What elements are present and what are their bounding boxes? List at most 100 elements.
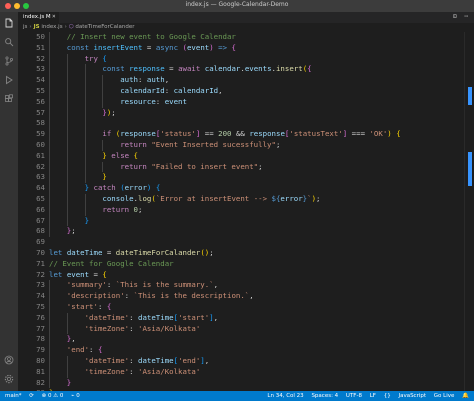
code-line[interactable]: 67}	[18, 215, 464, 227]
code-line[interactable]: 51 const insertEvent = async (event) => {	[18, 42, 464, 54]
account-icon[interactable]	[4, 355, 14, 365]
code-token: :	[129, 366, 138, 376]
code-line[interactable]: 59 if (response['status'] == 200 && respo…	[18, 129, 464, 140]
branch-indicator[interactable]: main*	[5, 393, 22, 399]
indent-guide	[49, 226, 50, 238]
run-debug-icon[interactable]	[4, 75, 14, 85]
problems-indicator[interactable]: ⊗ 0 ⚠ 0	[42, 393, 64, 399]
breadcrumb-function[interactable]: dateTimeForCalander	[75, 24, 134, 30]
language-mode[interactable]: JavaScript	[398, 393, 426, 399]
code-line[interactable]: 75 'start': {	[18, 302, 464, 313]
line-number: 61	[36, 150, 45, 160]
indent-guide	[84, 172, 86, 184]
indent-guide	[66, 53, 68, 65]
code-line[interactable]: 77 'timeZone': 'Asia/Kolkata'	[18, 323, 464, 335]
tab-index-js[interactable]: index.js M ×	[18, 12, 60, 23]
code-token: else	[111, 150, 134, 160]
code-token: catch	[93, 183, 121, 193]
code-line[interactable]: 82}	[18, 377, 464, 389]
code-line[interactable]: 70 let dateTime = dateTimeForCalander();	[18, 248, 464, 259]
code-line[interactable]: 64} catch (error) {	[18, 183, 464, 194]
code-line[interactable]: 54 auth: auth,	[18, 75, 464, 86]
code-line[interactable]: 58	[18, 118, 464, 130]
code-line[interactable]: 80 'dateTime': dateTime['end'],	[18, 356, 464, 367]
sync-icon[interactable]: ⟳	[29, 393, 34, 399]
editor-actions[interactable]: ⊡ ⋯	[453, 13, 470, 20]
code-token: {	[102, 53, 107, 63]
code-line[interactable]: 50 // Insert new event to Google Calendar	[18, 32, 464, 43]
files-icon[interactable]	[4, 18, 14, 28]
code-token: :	[155, 96, 165, 106]
source-control-icon[interactable]	[4, 56, 14, 66]
line-number: 57	[36, 107, 45, 117]
close-icon[interactable]: ×	[52, 13, 56, 20]
braces-icon[interactable]: {}	[384, 393, 391, 399]
ports-indicator[interactable]: ⌁ 0	[71, 393, 80, 399]
code-line[interactable]: 79 'end': {	[18, 345, 464, 356]
code-line[interactable]: 71 // Event for Google Calendar	[18, 259, 464, 270]
code-line[interactable]: 66 return 0;	[18, 204, 464, 216]
notifications-icon[interactable]: 🔔	[462, 393, 469, 399]
code-line[interactable]: 69	[18, 237, 464, 248]
cursor-position[interactable]: Ln 34, Col 23	[267, 393, 303, 399]
code-text: let dateTime = dateTimeForCalander();	[49, 248, 214, 259]
code-token: 'OK'	[369, 129, 388, 139]
code-line[interactable]: 81 'timeZone': 'Asia/Kolkata'	[18, 366, 464, 378]
code-line[interactable]: 53 const response = await calendar.events…	[18, 64, 464, 76]
encoding[interactable]: UTF-8	[346, 393, 362, 399]
code-line[interactable]: 56 resource: event	[18, 96, 464, 108]
code-line[interactable]: 60 return "Event Inserted sucessfully";	[18, 140, 464, 151]
code-token: :	[129, 312, 138, 322]
line-number: 54	[36, 75, 45, 85]
code-token: dateTime	[138, 356, 174, 365]
function-icon: ⬡	[68, 24, 74, 30]
indent-guide	[49, 107, 50, 119]
indent-guide	[66, 356, 68, 367]
indent-guide	[66, 75, 68, 86]
indent-guide	[84, 129, 86, 140]
search-icon[interactable]	[4, 37, 14, 47]
indent-guide	[84, 118, 86, 130]
editor-scrollbar[interactable]	[464, 32, 474, 391]
code-line[interactable]: 76 'dateTime': dateTime['start'],	[18, 312, 464, 324]
code-token: 'timeZone'	[84, 323, 130, 333]
code-line[interactable]: 78},	[18, 334, 464, 346]
code-line[interactable]: 74 'description': `This is the descriptio…	[18, 291, 464, 302]
code-line[interactable]: 52 try {	[18, 53, 464, 65]
code-line[interactable]: 62 return "Failed to insert event";	[18, 161, 464, 173]
indent-guide	[66, 204, 68, 216]
code-line[interactable]: 57});	[18, 107, 464, 119]
code-token: ;	[258, 161, 263, 171]
go-live-button[interactable]: Go Live	[434, 393, 455, 399]
code-token: )	[146, 183, 156, 193]
code-line[interactable]: 61} else {	[18, 150, 464, 162]
code-token: "Failed to insert event"	[151, 161, 259, 171]
line-number: 67	[36, 215, 45, 225]
indentation[interactable]: Spaces: 4	[311, 393, 338, 399]
code-text: return 0;	[102, 205, 142, 216]
code-line[interactable]: 72 let event = {	[18, 270, 464, 281]
breadcrumb-file[interactable]: index.js	[41, 24, 62, 30]
settings-icon[interactable]	[4, 374, 14, 384]
code-line[interactable]: 63}	[18, 172, 464, 184]
line-number: 72	[36, 269, 45, 279]
code-token: try	[84, 53, 103, 63]
code-line[interactable]: 55 calendarId: calendarId,	[18, 86, 464, 97]
line-ending[interactable]: LF	[370, 393, 376, 399]
code-line[interactable]: 68};	[18, 226, 464, 238]
breadcrumb-folder[interactable]: js	[23, 24, 27, 30]
code-line[interactable]: 65 console.log(`Error at insertEvent --> …	[18, 194, 464, 205]
code-token: ,	[204, 356, 210, 365]
extensions-icon[interactable]	[4, 94, 14, 104]
line-number: 80	[36, 356, 45, 365]
code-token: resource	[120, 96, 156, 106]
indent-guide	[49, 312, 50, 324]
code-editor[interactable]: 50 // Insert new event to Google Calendar…	[18, 32, 464, 391]
code-token: ===	[347, 129, 370, 139]
code-token: let	[49, 248, 67, 257]
code-text: return "Event Inserted sucessfully";	[120, 140, 280, 151]
activity-bar	[0, 12, 18, 391]
code-line[interactable]: 73 'summary': `This is the summary.`,	[18, 280, 464, 292]
indent-guide	[66, 194, 68, 205]
line-number: 79	[36, 345, 45, 355]
